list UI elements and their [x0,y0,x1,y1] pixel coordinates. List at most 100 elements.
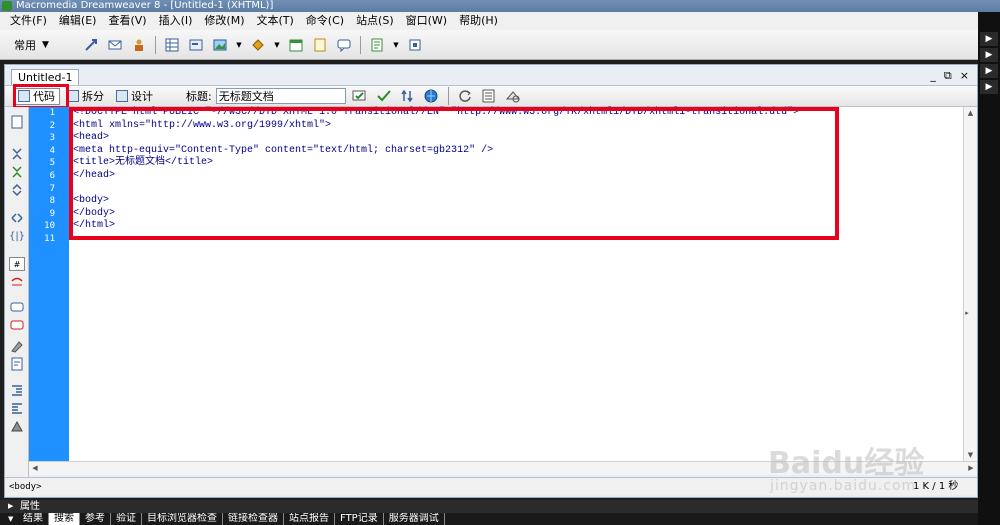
validate-markup-icon[interactable] [376,88,392,104]
templates-icon[interactable] [369,37,385,53]
horizontal-scrollbar[interactable]: ◀ ▶ [29,461,977,475]
design-view-button[interactable]: 设计 [113,88,158,105]
download-size-indicator: 1 K / 1 秒 [913,481,959,492]
line-number-gutter: 1 2 3 4 5 6 7 8 9 10 11 [29,107,69,461]
code-view-button[interactable]: 代码 [15,87,60,105]
dropdown-arrow-icon[interactable]: ▼ [393,37,399,53]
split-view-button[interactable]: 拆分 [64,88,109,105]
dropdown-arrow-icon[interactable]: ▼ [236,37,242,53]
scroll-thumb-grip-icon[interactable]: ▸ [964,307,970,319]
menu-insert[interactable]: 插入(I) [153,12,199,30]
table-icon[interactable] [164,37,180,53]
code-line: <head> [73,132,110,144]
menu-modify[interactable]: 修改(M) [198,12,250,30]
collapse-selection-icon[interactable] [9,165,25,179]
results-tab[interactable]: 结果 [18,513,49,525]
scroll-down-icon[interactable]: ▼ [964,449,977,461]
results-tab-link-checker[interactable]: 链接检查器 [223,513,284,525]
page-title-label: 标题: [186,90,212,103]
expand-all-icon[interactable] [9,183,25,197]
browser-check-icon[interactable] [352,88,368,104]
code-line: </head> [73,170,116,181]
tag-selector[interactable]: <body> [9,478,42,496]
menu-site[interactable]: 站点(S) [350,12,400,30]
restore-icon[interactable]: ⧉ [944,69,952,83]
select-parent-tag-icon[interactable] [9,211,25,225]
apply-comment-icon[interactable] [9,301,25,315]
view-options-icon[interactable] [481,88,497,104]
balance-braces-icon[interactable]: {|} [9,229,25,243]
menu-commands[interactable]: 命令(C) [300,12,350,30]
remove-comment-icon[interactable] [9,319,25,333]
code-line: </html> [73,220,116,232]
date-icon[interactable] [288,37,304,53]
file-management-icon[interactable] [400,88,416,104]
layer-icon[interactable] [188,37,204,53]
format-source-code-icon[interactable] [9,419,25,433]
panel-expand-arrow-icon[interactable]: ▶ [980,32,998,46]
code-view-icon [18,90,30,102]
results-tab-ftp-log[interactable]: FTP记录 [335,513,384,525]
line-number: 6 [49,171,55,181]
highlight-invalid-code-icon[interactable] [9,275,25,289]
split-view-label: 拆分 [82,90,104,103]
results-tab-server-debug[interactable]: 服务器调试 [384,513,445,525]
scroll-left-icon[interactable]: ◀ [29,462,41,475]
collapse-full-tag-icon[interactable] [9,147,25,161]
dreamweaver-app-icon [2,1,12,11]
line-numbers-icon[interactable]: # [9,257,25,271]
properties-panel-label: 属性 [20,501,40,512]
line-number: 9 [49,208,55,219]
menu-help[interactable]: 帮助(H) [453,12,504,30]
comment-icon[interactable] [336,37,352,53]
server-include-icon[interactable] [312,37,328,53]
image-icon[interactable] [212,37,228,53]
results-tab-reference[interactable]: 参考 [80,513,111,525]
panel-group-collapsed: ▶ ▶ ▶ ▶ [978,12,1000,525]
email-link-icon[interactable] [107,37,123,53]
panel-expand-arrow-icon[interactable]: ▶ [980,64,998,78]
named-anchor-icon[interactable] [131,37,147,53]
line-number: 4 [49,145,55,156]
document-tab[interactable]: Untitled-1 [11,69,80,85]
scroll-up-icon[interactable]: ▲ [964,107,977,119]
close-icon[interactable]: × [960,69,969,83]
menu-file[interactable]: 文件(F) [4,12,53,30]
refresh-icon[interactable] [457,88,473,104]
panel-expand-arrow-icon[interactable]: ▶ [980,80,998,94]
line-number: 7 [49,183,55,194]
results-tab-validation[interactable]: 验证 [111,513,142,525]
menu-edit[interactable]: 编辑(E) [53,12,103,30]
tag-chooser-icon[interactable] [407,37,423,53]
menu-view[interactable]: 查看(V) [102,12,152,30]
dropdown-arrow-icon[interactable]: ▼ [274,37,280,53]
line-number: 3 [49,133,55,144]
line-number: 1 [49,108,55,118]
indent-code-icon[interactable] [9,383,25,397]
page-title-input[interactable] [215,88,346,104]
outdent-code-icon[interactable] [9,401,25,415]
results-panel-header: ▼ 结果 搜索 参考 验证 目标浏览器检查 链接检查器 站点报告 FTP记录 服… [0,513,978,525]
insert-category-dropdown[interactable]: 常用 ▼ [14,37,49,53]
menu-window[interactable]: 窗口(W) [400,12,453,30]
vertical-scrollbar[interactable]: ▲ ▸ ▼ [963,107,977,461]
visual-aids-icon[interactable] [505,88,521,104]
open-documents-icon[interactable] [9,115,25,129]
panel-expand-arrow-icon[interactable]: ▶ [980,48,998,62]
results-tab-search[interactable]: 搜索 [49,513,80,525]
properties-panel-header[interactable]: ▶ 属性 [0,500,978,513]
results-tab-site-reports[interactable]: 站点报告 [284,513,335,525]
menu-text[interactable]: 文本(T) [250,12,299,30]
code-editor[interactable]: <!DOCTYPE html PUBLIC "-//W3C//DTD XHTML… [69,107,963,461]
minimize-icon[interactable]: _ [930,69,936,83]
scroll-right-icon[interactable]: ▶ [965,462,977,475]
document-window-controls: _ ⧉ × [930,69,969,83]
results-tab-browser-check[interactable]: 目标浏览器检查 [142,513,223,525]
insert-category-label: 常用 [14,38,36,52]
code-line: </body> [73,207,116,219]
hyperlink-icon[interactable] [83,37,99,53]
wrap-tag-icon[interactable] [9,339,25,353]
media-icon[interactable] [250,37,266,53]
preview-in-browser-icon[interactable] [424,88,440,104]
recent-snippets-icon[interactable] [9,357,25,371]
